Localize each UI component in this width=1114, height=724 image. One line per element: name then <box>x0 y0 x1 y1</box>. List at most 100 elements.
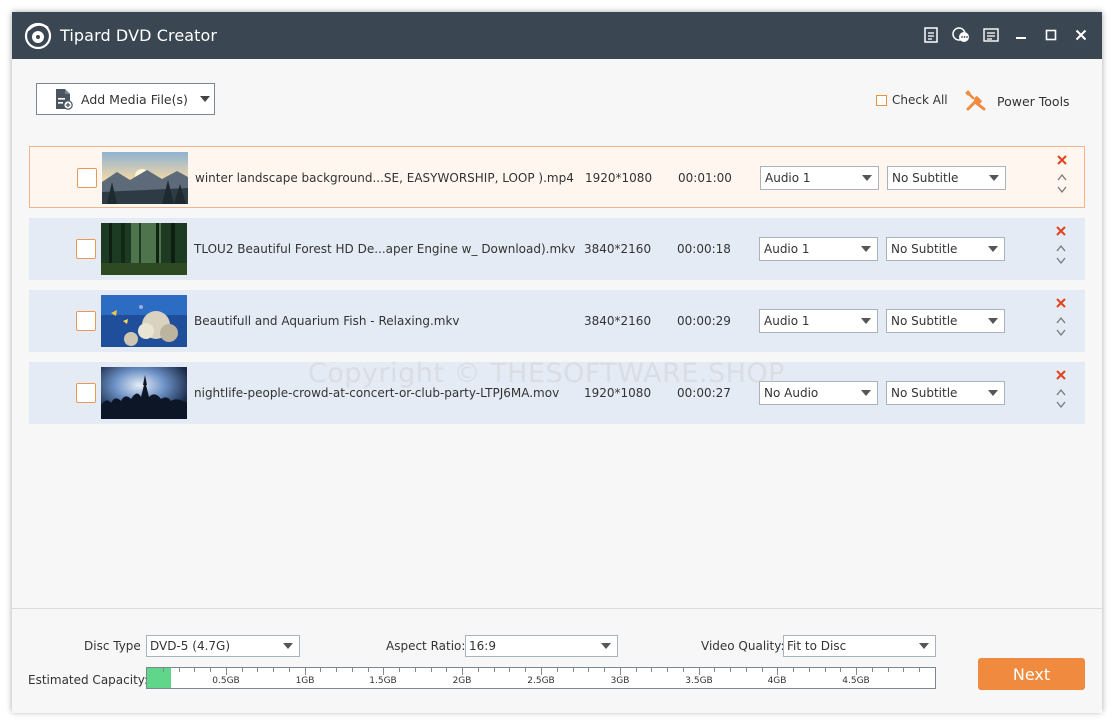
aspect-ratio-select[interactable]: 16:9 <box>465 635 618 657</box>
chevron-down-icon <box>989 175 999 181</box>
capacity-tick-label: 2.5GB <box>527 676 555 686</box>
capacity-tick <box>478 668 479 672</box>
subtitle-value: No Subtitle <box>891 386 958 400</box>
capacity-tick <box>194 668 195 672</box>
capacity-tick <box>667 668 668 672</box>
capacity-tick <box>273 668 274 672</box>
tools-icon <box>965 90 986 111</box>
maximize-icon[interactable] <box>1042 26 1060 44</box>
chevron-down-icon <box>861 390 871 396</box>
capacity-tick <box>462 668 463 675</box>
row-checkbox[interactable] <box>76 311 96 331</box>
register-icon[interactable] <box>922 26 940 44</box>
capacity-tick <box>919 668 920 672</box>
capacity-fill <box>147 668 171 688</box>
delete-icon[interactable] <box>1055 225 1067 237</box>
capacity-tick <box>557 668 558 672</box>
capacity-tick <box>573 668 574 672</box>
capacity-tick <box>352 668 353 672</box>
disc-type-value: DVD-5 (4.7G) <box>150 639 231 653</box>
chevron-down-icon <box>199 96 210 102</box>
chevron-down-icon <box>862 175 872 181</box>
minimize-icon[interactable] <box>1012 26 1030 44</box>
capacity-tick <box>636 668 637 672</box>
capacity-tick <box>210 668 211 672</box>
delete-icon[interactable] <box>1056 154 1068 166</box>
capacity-tick <box>620 668 621 675</box>
app-title: Tipard DVD Creator <box>60 26 218 45</box>
check-all-label: Check All <box>892 93 948 107</box>
reorder-up-down-icon[interactable] <box>1055 386 1067 412</box>
close-icon[interactable] <box>1072 26 1090 44</box>
check-all[interactable]: Check All <box>876 93 948 107</box>
file-resolution: 3840*2160 <box>584 242 652 256</box>
app-logo-icon <box>24 22 52 50</box>
capacity-tick <box>179 668 180 672</box>
audio-track-select[interactable]: Audio 1 <box>759 309 878 333</box>
capacity-tick-label: 3.5GB <box>685 676 713 686</box>
capacity-tick <box>336 668 337 672</box>
capacity-tick <box>762 668 763 672</box>
capacity-tick <box>604 668 605 672</box>
app-window: Tipard DVD Creator Add Media File(s) Che… <box>12 12 1102 713</box>
capacity-tick <box>699 668 700 675</box>
reorder-up-down-icon[interactable] <box>1056 171 1068 197</box>
file-duration: 00:01:00 <box>678 171 732 185</box>
file-duration: 00:00:18 <box>677 242 731 256</box>
capacity-tick <box>888 668 889 672</box>
row-checkbox[interactable] <box>77 168 97 188</box>
add-media-files-button[interactable]: Add Media File(s) <box>36 83 215 115</box>
audio-track-select[interactable]: Audio 1 <box>760 166 879 190</box>
subtitle-select[interactable]: No Subtitle <box>886 381 1005 405</box>
capacity-tick <box>257 668 258 672</box>
capacity-tick-label: 1.5GB <box>369 676 397 686</box>
row-checkbox[interactable] <box>76 239 96 259</box>
check-all-checkbox[interactable] <box>876 94 887 106</box>
feedback-chat-icon[interactable] <box>952 26 970 44</box>
menu-icon[interactable] <box>982 26 1000 44</box>
capacity-tick <box>714 668 715 672</box>
capacity-tick <box>809 668 810 672</box>
subtitle-select[interactable]: No Subtitle <box>886 309 1005 333</box>
bottom-panel: Disc Type DVD-5 (4.7G) Aspect Ratio: 16:… <box>12 608 1102 713</box>
capacity-tick-label: 4.5GB <box>842 676 870 686</box>
capacity-tick <box>777 668 778 675</box>
subtitle-select[interactable]: No Subtitle <box>886 237 1005 261</box>
delete-icon[interactable] <box>1055 297 1067 309</box>
capacity-tick <box>856 668 857 675</box>
file-row[interactable]: winter landscape background...SE, EASYWO… <box>29 146 1085 208</box>
audio-track-select[interactable]: Audio 1 <box>759 237 878 261</box>
subtitle-select[interactable]: No Subtitle <box>887 166 1006 190</box>
capacity-tick <box>730 668 731 672</box>
capacity-tick <box>383 668 384 675</box>
file-name: winter landscape background...SE, EASYWO… <box>195 171 574 185</box>
capacity-tick-label: 4GB <box>767 676 787 686</box>
video-quality-value: Fit to Disc <box>787 639 847 653</box>
capacity-tick <box>415 668 416 672</box>
capacity-tick-label: 0.5GB <box>212 676 240 686</box>
video-quality-select[interactable]: Fit to Disc <box>783 635 936 657</box>
capacity-tick <box>903 668 904 672</box>
capacity-tick <box>651 668 652 672</box>
chevron-down-icon <box>988 390 998 396</box>
capacity-tick <box>683 668 684 672</box>
file-name: TLOU2 Beautiful Forest HD De...aper Engi… <box>194 242 576 256</box>
video-thumbnail <box>101 367 187 419</box>
audio-track-value: Audio 1 <box>764 314 810 328</box>
capacity-tick <box>494 668 495 672</box>
power-tools-label: Power Tools <box>997 93 1070 109</box>
capacity-tick <box>793 668 794 672</box>
delete-icon[interactable] <box>1055 369 1067 381</box>
reorder-up-down-icon[interactable] <box>1055 242 1067 268</box>
file-duration: 00:00:29 <box>677 314 731 328</box>
file-row[interactable]: Beautifull and Aquarium Fish - Relaxing.… <box>29 290 1085 352</box>
reorder-up-down-icon[interactable] <box>1055 314 1067 340</box>
disc-type-select[interactable]: DVD-5 (4.7G) <box>146 635 300 657</box>
capacity-tick <box>872 668 873 672</box>
row-checkbox[interactable] <box>76 383 96 403</box>
next-button[interactable]: Next <box>978 658 1085 690</box>
file-row[interactable]: TLOU2 Beautiful Forest HD De...aper Engi… <box>29 218 1085 280</box>
power-tools-button[interactable]: Power Tools <box>965 90 1070 112</box>
next-label: Next <box>1012 664 1051 684</box>
capacity-tick <box>825 668 826 672</box>
